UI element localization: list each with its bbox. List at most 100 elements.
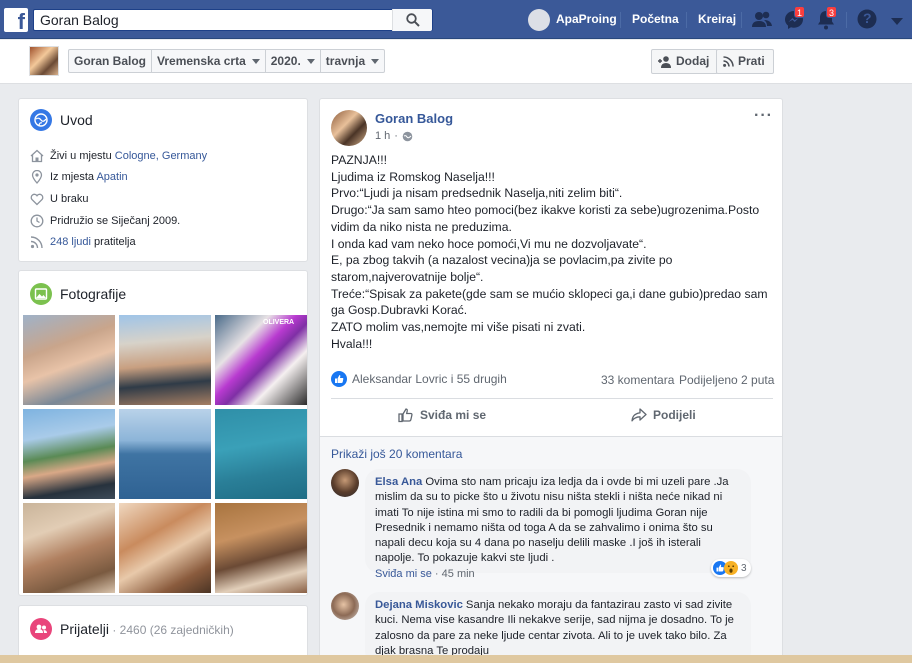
help-button[interactable]: ? — [856, 8, 880, 32]
post-time[interactable]: 1 h — [375, 130, 390, 142]
search-button[interactable] — [392, 9, 432, 31]
photos-header: Fotografije — [30, 283, 126, 305]
comment-bubble: Elsa Ana Ovima sto nam pricaju iza ledja … — [365, 469, 751, 573]
post-line: Treće:“Spisak za pakete(gde sam se mućio… — [331, 286, 771, 318]
chevron-down-icon — [306, 58, 315, 64]
friends-header: Prijatelji · 2460 (26 zajedničkih) — [30, 618, 234, 640]
followers-link[interactable]: 248 ljudi — [50, 236, 91, 248]
avatar[interactable] — [331, 110, 367, 146]
photo-thumbnail[interactable] — [119, 315, 211, 405]
facebook-logo-icon[interactable]: f — [4, 8, 28, 32]
add-friend-icon — [658, 55, 671, 68]
photo-thumbnail[interactable] — [23, 409, 115, 499]
photo-thumbnail[interactable] — [119, 503, 211, 593]
friend-requests-button[interactable] — [750, 8, 774, 32]
reactions-text: Aleksandar Lovric i 55 drugih — [352, 372, 507, 386]
clock-icon — [30, 214, 44, 228]
follow-button[interactable]: Prati — [716, 49, 774, 74]
follow-label: Prati — [738, 54, 765, 68]
friends-title: Prijatelji — [60, 621, 110, 637]
year-dropdown[interactable]: 2020. — [266, 50, 321, 72]
top-navigation-bar: f ApaProing Početna Kreiraj 1 3 ? — [0, 0, 912, 39]
divider — [846, 12, 847, 28]
create-link[interactable]: Kreiraj — [698, 0, 736, 39]
wow-reaction-icon — [724, 561, 738, 575]
notifications-button[interactable]: 3 — [814, 6, 838, 32]
post-card: Goran Balog 1 h · ··· PAZNJA!!! Ljudima … — [319, 98, 783, 663]
photo-thumbnail[interactable] — [23, 503, 115, 593]
reactions-summary[interactable]: Aleksandar Lovric i 55 drugih — [331, 371, 507, 387]
post-line: Hvala!!! — [331, 336, 373, 351]
profile-name-segment[interactable]: Goran Balog — [69, 50, 153, 72]
bottom-edge-strip — [0, 655, 912, 663]
thumbs-up-icon — [398, 408, 413, 423]
lives-in-row: Živi u mjestu Cologne, Germany — [30, 148, 207, 164]
comment-time[interactable]: 45 min — [442, 568, 475, 580]
like-button[interactable]: Sviđa mi se — [398, 404, 486, 426]
comment-reactions[interactable]: 3 — [711, 559, 751, 577]
share-button[interactable]: Podijeli — [631, 404, 696, 426]
joined-date: Pridružio se Siječanj 2009. — [50, 215, 181, 227]
location-pin-icon — [31, 170, 43, 184]
search-input[interactable] — [40, 10, 400, 30]
chevron-down-icon — [251, 58, 260, 64]
search-box — [33, 9, 433, 31]
add-friend-label: Dodaj — [676, 54, 710, 68]
post-line: ZATO molim vas,nemojte mi više pisati ni… — [331, 320, 586, 335]
shares-count[interactable]: Podijeljeno 2 puta — [679, 373, 774, 387]
comment-author[interactable]: Dejana Miskovic — [375, 599, 463, 611]
chevron-down-icon — [371, 58, 380, 64]
month-label: travnja — [325, 54, 366, 68]
post-line: Ljudima iz Romskog Naselja!!! — [331, 169, 495, 184]
profile-link[interactable]: ApaProing — [528, 0, 617, 39]
dot-separator: · — [434, 568, 442, 580]
divider — [620, 12, 621, 28]
followers-row: 248 ljudi pratitelja — [30, 234, 136, 250]
globe-icon — [30, 109, 52, 131]
view-more-comments-link[interactable]: Prikaži još 20 komentara — [331, 447, 462, 461]
rss-icon — [30, 236, 43, 249]
profile-thumbnail[interactable] — [29, 46, 59, 76]
reaction-count: 3 — [741, 562, 747, 574]
post-options-button[interactable]: ··· — [754, 107, 773, 125]
comment-author[interactable]: Elsa Ana — [375, 476, 422, 488]
comments-section: Prikaži još 20 komentara Elsa Ana Ovima s… — [320, 437, 782, 663]
post-author[interactable]: Goran Balog — [375, 111, 453, 126]
collage-caption: OLIVERA — [263, 319, 295, 326]
photo-thumbnail[interactable] — [215, 409, 307, 499]
post-line: E, pa zbog takvih (a nazalost vecina)ja … — [331, 253, 676, 284]
year-label: 2020. — [270, 54, 301, 68]
friends-icon — [752, 11, 772, 27]
photo-thumbnail[interactable] — [215, 503, 307, 593]
rss-icon — [723, 56, 734, 67]
home-link[interactable]: Početna — [632, 0, 679, 39]
avatar[interactable] — [331, 592, 359, 620]
photo-thumbnail[interactable] — [23, 315, 115, 405]
month-dropdown[interactable]: travnja — [321, 50, 384, 72]
post-line: Prvo:“Ljudi ja nisam predsednik Naselja,… — [331, 186, 623, 201]
lives-in-link[interactable]: Cologne, Germany — [115, 150, 207, 162]
from-row: Iz mjesta Apatin — [30, 169, 128, 185]
friends-icon — [30, 618, 52, 640]
from-link[interactable]: Apatin — [96, 171, 127, 183]
messenger-button[interactable]: 1 — [782, 6, 806, 32]
photo-collage-thumbnail[interactable]: OLIVERA — [215, 315, 307, 405]
avatar[interactable] — [331, 469, 359, 497]
followers-suffix: pratitelja — [90, 236, 136, 248]
avatar — [528, 9, 550, 31]
account-menu-button[interactable] — [888, 8, 912, 32]
comment-meta: Sviđa mi se · 45 min — [375, 568, 475, 580]
intro-card: Uvod Živi u mjestu Cologne, Germany Iz m… — [18, 98, 308, 262]
profile-name: ApaProing — [556, 12, 617, 26]
section-dropdown[interactable]: Vremenska crta — [152, 50, 266, 72]
add-friend-button[interactable]: Dodaj — [651, 49, 719, 74]
post-meta: 1 h · — [375, 130, 413, 142]
comment-like-link[interactable]: Sviđa mi se — [375, 568, 432, 580]
share-icon — [631, 408, 647, 422]
joined-row: Pridružio se Siječanj 2009. — [30, 213, 180, 229]
photo-thumbnail[interactable] — [119, 409, 211, 499]
comments-count[interactable]: 33 komentara — [601, 373, 674, 387]
post-line: Drugo:“Ja sam samo hteo pomoci(bez ikakv… — [331, 203, 763, 234]
help-glyph: ? — [863, 10, 872, 26]
post-line: I onda kad vam neko hoce pomoći,Vi mu ne… — [331, 236, 647, 251]
